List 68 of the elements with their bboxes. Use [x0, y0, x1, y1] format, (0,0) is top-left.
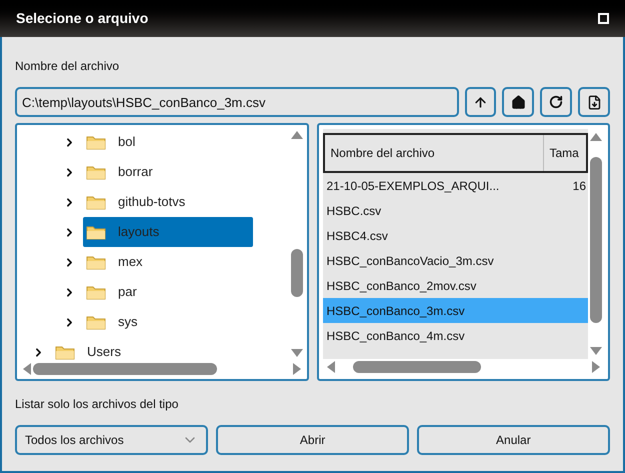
tree-item[interactable]: github-totvs — [83, 187, 186, 217]
tree-item[interactable]: mex — [83, 247, 143, 277]
folder-label: par — [118, 283, 137, 302]
tree-item[interactable]: sys — [83, 307, 138, 337]
home-button[interactable] — [502, 87, 534, 117]
folder-icon — [86, 224, 106, 240]
file-download-button[interactable] — [578, 87, 610, 117]
refresh-button[interactable] — [540, 87, 572, 117]
file-name: HSBC_conBancoVacio_3m.csv — [326, 252, 495, 270]
file-row[interactable]: HSBC_conBanco_4m.csv — [322, 323, 588, 348]
folder-icon — [55, 344, 75, 360]
dropdown-value: Todos los archivos — [25, 432, 124, 449]
scroll-left-icon[interactable] — [23, 363, 31, 375]
field-label: Nombre del archivo — [15, 58, 120, 75]
file-name: 21-10-05-EXEMPLOS_ARQUI... — [326, 178, 500, 194]
folder-icon — [86, 254, 106, 270]
up-arrow-button[interactable] — [464, 87, 496, 117]
file-size: 16 — [572, 178, 587, 194]
scroll-up-icon[interactable] — [290, 131, 302, 139]
scroll-right-icon[interactable] — [292, 363, 300, 375]
dialog-button[interactable]: Anular — [416, 425, 610, 455]
file-path-field[interactable]: C:\temp\layouts\HSBC_conBanco_3m.csv — [15, 87, 459, 117]
scroll-left-icon[interactable] — [326, 361, 334, 373]
scrollbar-thumb[interactable] — [33, 363, 217, 375]
tree-item[interactable]: Users — [52, 337, 121, 361]
folder-icon — [86, 284, 106, 300]
folder-label: Users — [87, 343, 121, 361]
scrollbar-thumb[interactable] — [290, 249, 302, 297]
file-name: HSBC4.csv — [326, 228, 389, 244]
file-row[interactable]: 21-10-05-EXEMPLOS_ARQUI... 16 — [322, 173, 588, 198]
folder-icon — [86, 164, 106, 180]
file-row[interactable]: HSBC.csv — [322, 198, 588, 223]
maximize-icon[interactable] — [598, 13, 609, 24]
filter-label: Listar solo los archivos del tipo — [15, 396, 180, 413]
file-name: HSBC_conBanco_4m.csv — [326, 328, 466, 344]
file-download-icon — [586, 94, 602, 110]
folder-label: sys — [118, 313, 138, 332]
scrollbar-thumb[interactable] — [352, 361, 480, 373]
refresh-icon — [549, 95, 564, 109]
file-row[interactable]: HSBC_conBancoVacio_3m.csv — [322, 248, 588, 273]
scroll-down-icon[interactable] — [290, 349, 302, 357]
file-row[interactable]: HSBC_conBanco_2mov.csv — [322, 273, 588, 298]
file-row[interactable]: HSBC4.csv — [322, 223, 588, 248]
file-type-dropdown[interactable]: Todos los archivos — [15, 425, 208, 455]
home-icon — [510, 94, 526, 110]
dialog-button[interactable]: Abrir — [216, 425, 409, 455]
file-name: HSBC_conBanco_2mov.csv — [326, 278, 478, 294]
column-header[interactable]: Tama — [544, 135, 586, 171]
file-row[interactable]: HSBC_conBanco_3m.csv — [322, 298, 588, 323]
scroll-right-icon[interactable] — [592, 361, 600, 373]
folder-label: bol — [118, 133, 136, 152]
file-name: HSBC_conBanco_3m.csv — [326, 302, 466, 320]
folder-icon — [86, 194, 106, 210]
folder-label: borrar — [118, 163, 153, 182]
folder-icon — [86, 134, 106, 150]
tree-item[interactable]: bol — [83, 127, 136, 157]
scrollbar-thumb[interactable] — [590, 157, 602, 323]
file-name: HSBC.csv — [326, 202, 382, 220]
folder-label: mex — [118, 253, 143, 272]
scroll-up-icon[interactable] — [590, 133, 602, 141]
tree-item[interactable]: borrar — [83, 157, 153, 187]
folder-label: layouts — [118, 223, 160, 242]
window-title: Selecione o arquivo — [16, 9, 148, 28]
column-header[interactable]: Nombre del archivo — [324, 135, 544, 171]
tree-item[interactable]: par — [83, 277, 137, 307]
folder-label: github-totvs — [118, 193, 186, 212]
folder-icon — [86, 314, 106, 330]
scroll-down-icon[interactable] — [590, 347, 602, 355]
